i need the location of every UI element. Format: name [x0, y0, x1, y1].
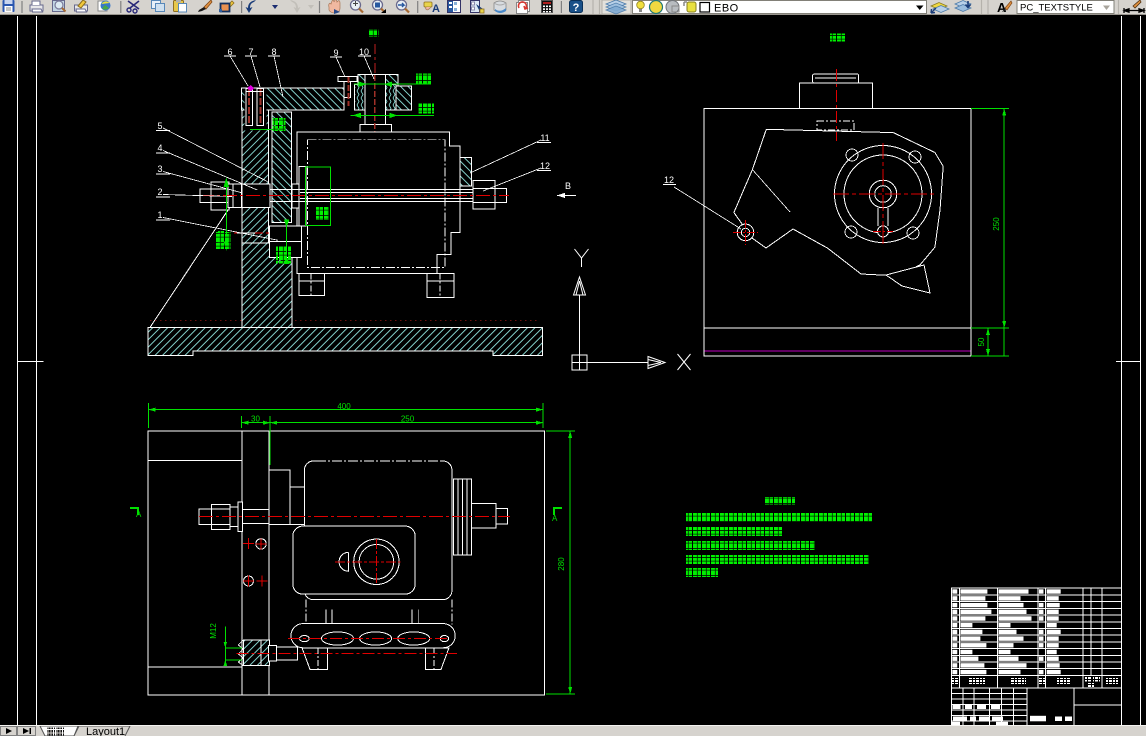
- svg-text:Layout1: Layout1: [86, 726, 125, 736]
- svg-text:12: 12: [540, 161, 550, 171]
- svg-text:B: B: [565, 181, 571, 191]
- svg-text:8: 8: [271, 47, 276, 57]
- svg-text:PC_TEXTSTYLE: PC_TEXTSTYLE: [1020, 3, 1093, 14]
- svg-text:250: 250: [401, 415, 415, 424]
- svg-text:M12: M12: [209, 623, 218, 639]
- svg-text:3: 3: [157, 164, 162, 174]
- svg-text:250: 250: [992, 217, 1001, 231]
- svg-text:7: 7: [248, 47, 253, 57]
- svg-text:50: 50: [977, 337, 986, 346]
- svg-text:6: 6: [227, 47, 232, 57]
- svg-text:2: 2: [157, 187, 162, 197]
- svg-text:A: A: [432, 3, 440, 15]
- svg-text:400: 400: [337, 402, 351, 411]
- svg-text:A: A: [136, 510, 142, 519]
- svg-text:1: 1: [157, 210, 162, 220]
- svg-text:11: 11: [540, 133, 549, 143]
- svg-text:EBO: EBO: [714, 3, 739, 15]
- svg-text:9: 9: [333, 48, 338, 58]
- svg-text:12: 12: [664, 175, 674, 185]
- svg-text:4: 4: [157, 143, 162, 153]
- svg-text:?: ?: [573, 2, 580, 14]
- svg-text:A: A: [552, 514, 558, 523]
- svg-text:5: 5: [157, 121, 162, 131]
- svg-text:280: 280: [557, 557, 566, 571]
- svg-text:30: 30: [251, 415, 260, 424]
- svg-text:10: 10: [359, 47, 369, 57]
